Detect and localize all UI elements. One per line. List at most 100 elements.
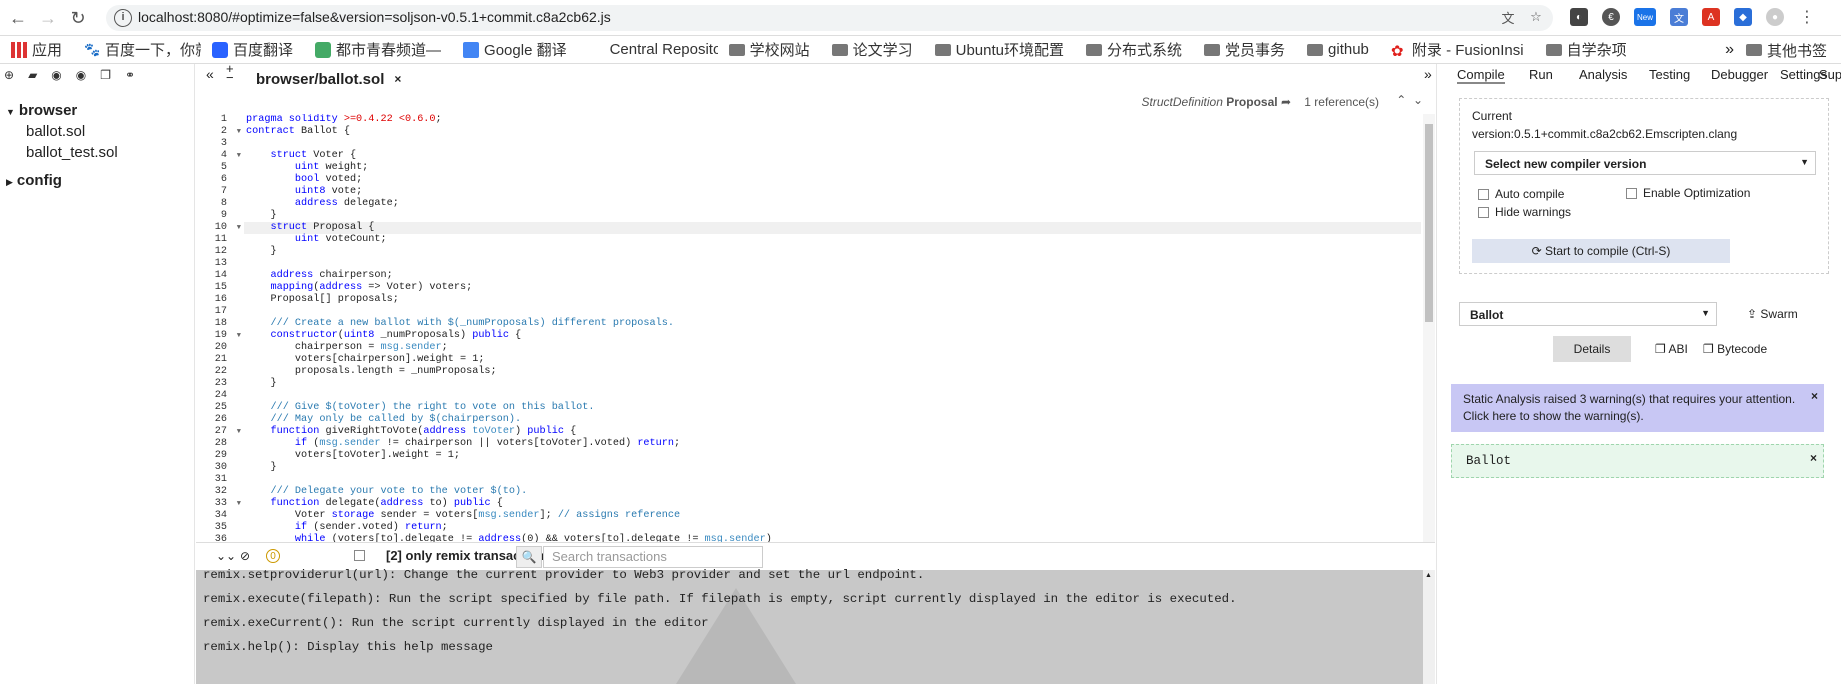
bookmark-folder[interactable]: 党员事务: [1193, 36, 1296, 63]
code-line[interactable]: chairperson = msg.sender;: [244, 342, 1421, 354]
editor-scrollbar[interactable]: [1423, 114, 1435, 542]
abi-button[interactable]: ❐ ABI: [1655, 342, 1688, 356]
chevron-up-icon[interactable]: ⌃: [1396, 93, 1406, 107]
bookmark-item[interactable]: 应用: [0, 36, 73, 63]
bookmark-item[interactable]: 都市青春频道—: [304, 36, 452, 63]
fold-icon[interactable]: ▼: [237, 222, 241, 234]
file-ballot-test-sol[interactable]: ballot_test.sol: [6, 142, 194, 163]
swarm-button[interactable]: ⇪ Swarm: [1747, 307, 1798, 321]
fold-icon[interactable]: ▼: [237, 426, 241, 438]
back-icon[interactable]: ←: [6, 6, 30, 30]
more-bookmarks-button[interactable]: »: [1725, 41, 1734, 59]
code-line[interactable]: if (msg.sender != chairperson || voters[…: [244, 438, 1421, 450]
copy-icon[interactable]: ❐: [100, 68, 111, 82]
tab-compile[interactable]: Compile: [1457, 67, 1505, 84]
bookmark-item[interactable]: ✿ 附录 - FusionInsi: [1380, 36, 1535, 63]
code-line[interactable]: /// Create a new ballot with $(_numPropo…: [244, 318, 1421, 330]
code-line[interactable]: }: [244, 210, 1421, 222]
code-line[interactable]: }: [244, 378, 1421, 390]
tab-analysis[interactable]: Analysis: [1579, 67, 1627, 82]
bookmark-folder[interactable]: Ubuntu环境配置: [924, 36, 1075, 63]
code-editor[interactable]: 1 2 ▼ 3 4 ▼ 5 6 7 8 9 10 ▼ 11 12 13 14 15 16 17 18 19 ▼ 20 21 22 2…: [196, 114, 1435, 542]
goto-definition-icon[interactable]: ➦: [1281, 95, 1291, 109]
warning-link[interactable]: Click here to show the warning(s).: [1463, 408, 1812, 425]
collapse-right-icon[interactable]: »: [1424, 66, 1432, 82]
code-line[interactable]: [244, 474, 1421, 486]
folder-browser[interactable]: ▼ browser: [6, 100, 194, 121]
extension-icon[interactable]: ◐: [1570, 8, 1588, 26]
file-ballot-sol[interactable]: ballot.sol: [6, 121, 194, 142]
bookmark-item[interactable]: Central Reposito: [578, 36, 718, 63]
hide-warnings-checkbox[interactable]: [1478, 206, 1489, 218]
tab-testing[interactable]: Testing: [1649, 67, 1690, 82]
collapse-left-icon[interactable]: «: [206, 66, 214, 82]
folder-config[interactable]: ▶ config: [6, 170, 194, 191]
code-line[interactable]: contract Ballot {: [244, 126, 1421, 138]
bookmark-folder[interactable]: 自学杂项: [1535, 36, 1638, 63]
code-line[interactable]: address delegate;: [244, 198, 1421, 210]
details-button[interactable]: Details: [1553, 336, 1631, 362]
code-line[interactable]: voters[toVoter].weight = 1;: [244, 450, 1421, 462]
code-line[interactable]: Proposal[] proposals;: [244, 294, 1421, 306]
code-line[interactable]: [244, 258, 1421, 270]
code-lines[interactable]: pragma solidity >=0.4.22 <0.6.0; contract…: [244, 114, 1421, 542]
compiler-version-select[interactable]: Select new compiler version ▼: [1474, 151, 1816, 175]
bookmark-folder[interactable]: 论文学习: [821, 36, 924, 63]
bookmark-item[interactable]: 🐾百度一下，你就知: [73, 36, 201, 63]
tab-support[interactable]: Supp: [1819, 67, 1841, 82]
code-line[interactable]: uint weight;: [244, 162, 1421, 174]
code-line[interactable]: Voter storage sender = voters[msg.sender…: [244, 510, 1421, 522]
listen-checkbox[interactable]: [354, 550, 365, 564]
bookmark-folder[interactable]: 学校网站: [718, 36, 821, 63]
search-icon[interactable]: 🔍: [516, 546, 542, 568]
link-icon[interactable]: ⚭: [125, 68, 135, 82]
code-line[interactable]: address chairperson;: [244, 270, 1421, 282]
bytecode-button[interactable]: ❐ Bytecode: [1703, 342, 1767, 356]
code-line[interactable]: uint8 vote;: [244, 186, 1421, 198]
bookmark-folder[interactable]: 分布式系统: [1075, 36, 1193, 63]
checkbox-box[interactable]: [354, 550, 365, 561]
extension-icon[interactable]: ◆: [1734, 8, 1752, 26]
close-icon[interactable]: ×: [1810, 451, 1817, 465]
code-line[interactable]: while (voters[to].delegate != address(0)…: [244, 534, 1421, 542]
code-line[interactable]: }: [244, 462, 1421, 474]
bookmark-item[interactable]: Google 翻译: [452, 36, 578, 63]
terminal-scrollbar[interactable]: ▲: [1423, 570, 1435, 684]
code-line[interactable]: function delegate(address to) public {: [244, 498, 1421, 510]
star-icon[interactable]: ☆: [1527, 8, 1545, 26]
scrollbar-thumb[interactable]: [1425, 124, 1433, 322]
menu-icon[interactable]: ⋮: [1798, 8, 1816, 26]
close-tab-icon[interactable]: ×: [394, 72, 401, 86]
code-line[interactable]: [244, 390, 1421, 402]
info-icon[interactable]: i: [114, 9, 132, 27]
code-line[interactable]: pragma solidity >=0.4.22 <0.6.0;: [244, 114, 1421, 126]
code-line[interactable]: [244, 306, 1421, 318]
static-analysis-warning[interactable]: Static Analysis raised 3 warning(s) that…: [1451, 384, 1824, 432]
fold-icon[interactable]: ▼: [237, 330, 241, 342]
code-line[interactable]: }: [244, 246, 1421, 258]
minimize-terminal-icon[interactable]: ⌄⌄: [216, 549, 236, 563]
optimization-option[interactable]: Enable Optimization: [1626, 186, 1750, 200]
compile-button[interactable]: ⟳ Start to compile (Ctrl-S): [1472, 239, 1730, 263]
new-extension-icon[interactable]: New: [1634, 8, 1656, 26]
editor-tab[interactable]: browser/ballot.sol ×: [250, 68, 408, 90]
code-line[interactable]: proposals.length = _numProposals;: [244, 366, 1421, 378]
forward-icon[interactable]: →: [36, 6, 60, 30]
zoom-controls-icon[interactable]: + −: [226, 62, 234, 84]
code-line[interactable]: if (sender.voted) return;: [244, 522, 1421, 534]
profile-avatar-icon[interactable]: ●: [1766, 8, 1784, 26]
other-bookmarks-folder[interactable]: 其他书签: [1742, 36, 1831, 63]
hide-warnings-option[interactable]: Hide warnings: [1478, 205, 1571, 219]
fold-icon[interactable]: ▼: [237, 498, 241, 510]
open-folder-icon[interactable]: ▰: [28, 68, 37, 82]
code-line[interactable]: struct Voter {: [244, 150, 1421, 162]
code-line[interactable]: /// Delegate your vote to the voter $(to…: [244, 486, 1421, 498]
translate-icon[interactable]: 文: [1499, 8, 1517, 26]
terminal-output[interactable]: remix.setproviderurl(url): Change the cu…: [196, 568, 1435, 684]
reload-icon[interactable]: ↻: [66, 6, 90, 30]
translate-extension-icon[interactable]: 文: [1670, 8, 1688, 26]
code-line[interactable]: bool voted;: [244, 174, 1421, 186]
code-line[interactable]: constructor(uint8 _numProposals) public …: [244, 330, 1421, 342]
caret-right-icon[interactable]: ▶: [6, 177, 13, 187]
compile-result[interactable]: Ballot ×: [1451, 444, 1824, 478]
